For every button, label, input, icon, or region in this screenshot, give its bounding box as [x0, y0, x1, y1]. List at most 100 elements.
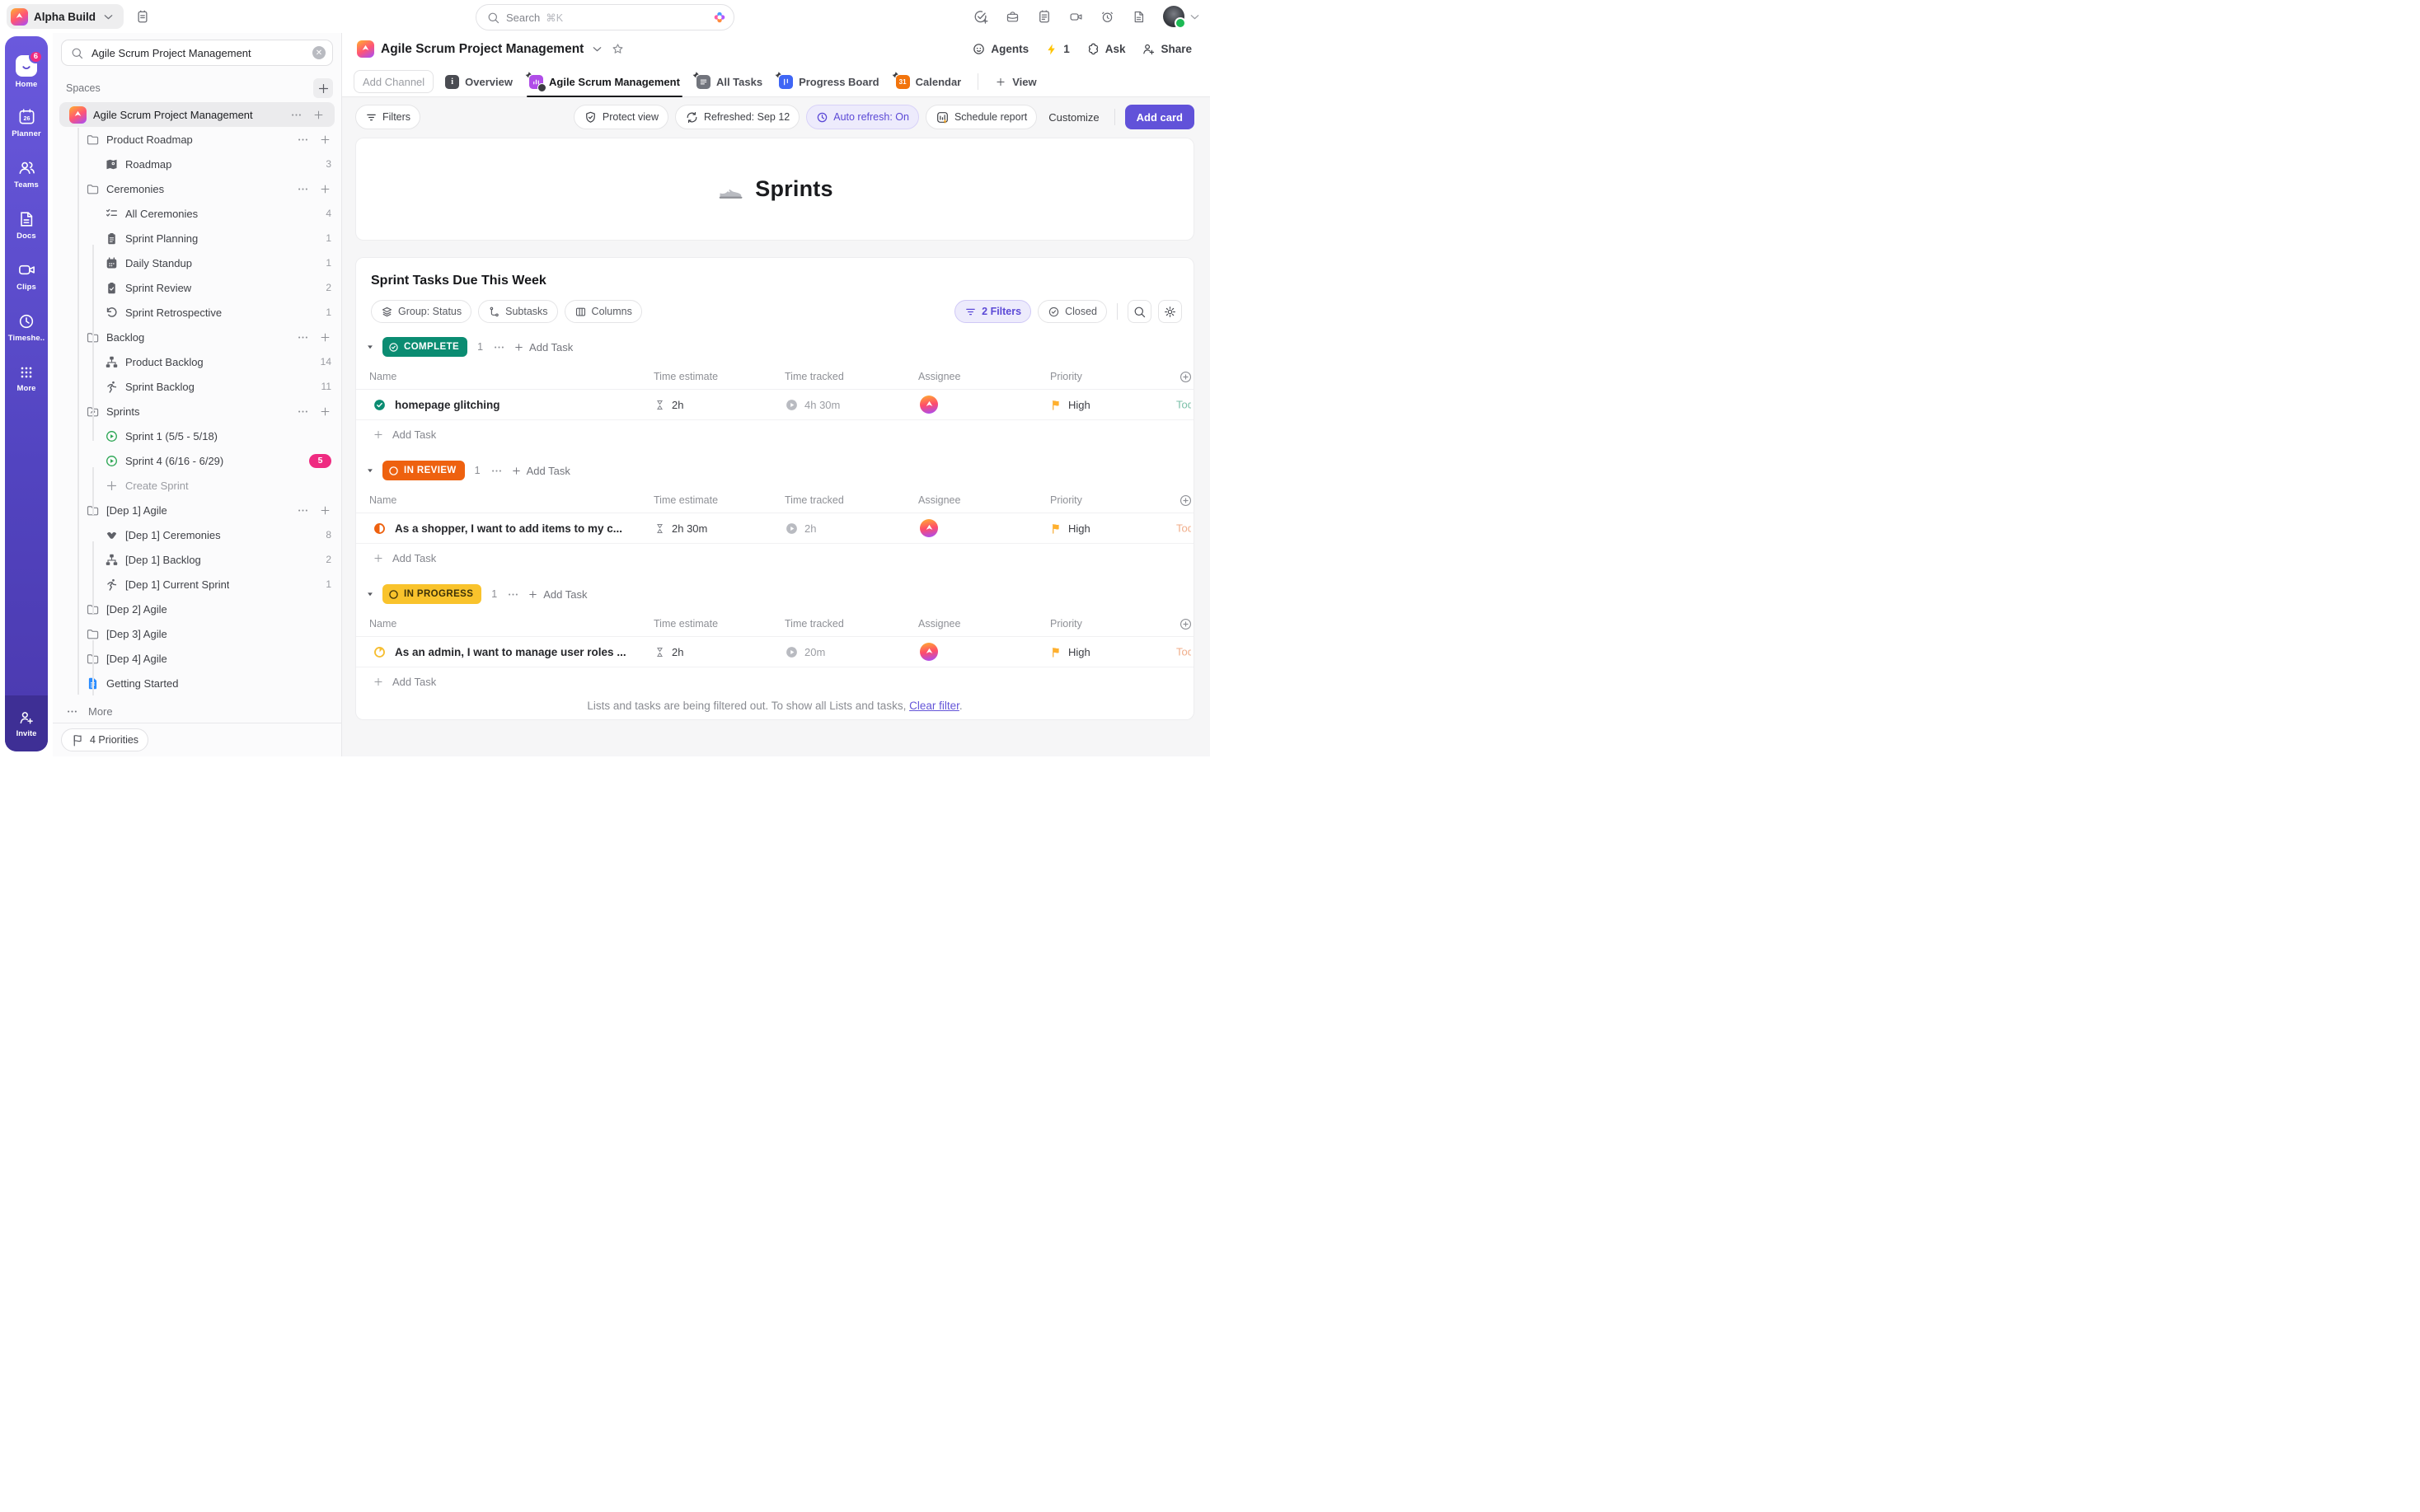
tree-item[interactable]: [Dep 1] Backlog2 — [53, 547, 341, 572]
rail-item-home[interactable]: 6Home — [5, 46, 48, 97]
ai-sparkle-icon[interactable] — [712, 10, 727, 25]
plus-icon[interactable] — [319, 503, 331, 517]
notes-icon[interactable] — [1037, 9, 1052, 24]
assignee-cell[interactable] — [918, 643, 1050, 661]
rail-item-docs[interactable]: Docs — [5, 199, 48, 250]
tab-agile-scrum-management[interactable]: Agile Scrum Management — [524, 67, 685, 96]
tree-item[interactable]: [Dep 4] Agile — [53, 646, 341, 671]
column-header-time-estimate[interactable]: Time estimate — [654, 494, 785, 506]
plus-icon[interactable] — [319, 133, 331, 147]
workspace-switcher[interactable]: Alpha Build — [7, 4, 124, 29]
column-header-priority[interactable]: Priority — [1050, 371, 1178, 382]
task-row[interactable]: homepage glitching2h4h 30mHighToday — [356, 390, 1194, 420]
tree-item[interactable]: [Dep 3] Agile — [53, 621, 341, 646]
column-header-time-tracked[interactable]: Time tracked — [785, 371, 918, 382]
ellipsis-icon[interactable] — [297, 405, 309, 418]
priority-cell[interactable]: High — [1050, 646, 1178, 658]
favorite-star-icon[interactable] — [611, 42, 625, 56]
filters-count-chip[interactable]: 2 Filters — [954, 300, 1031, 323]
priorities-pill[interactable]: 4 Priorities — [61, 728, 148, 751]
priority-cell[interactable]: High — [1050, 399, 1178, 411]
ellipsis-icon[interactable] — [297, 331, 309, 344]
tree-item[interactable]: Sprint 1 (5/5 - 5/18) — [53, 424, 341, 448]
auto-refresh-toggle[interactable]: Auto refresh: On — [806, 105, 919, 129]
column-header-time-estimate[interactable]: Time estimate — [654, 618, 785, 630]
status-badge[interactable]: IN PROGRESS — [382, 584, 481, 604]
column-header-assignee[interactable]: Assignee — [918, 371, 1050, 382]
reminders-icon[interactable] — [1100, 10, 1114, 24]
time-tracked-cell[interactable]: 2h — [785, 522, 918, 536]
tree-item[interactable]: Sprints — [53, 399, 341, 424]
column-header-assignee[interactable]: Assignee — [918, 618, 1050, 630]
tree-item[interactable]: Roadmap3 — [53, 152, 341, 176]
priority-cell[interactable]: High — [1050, 522, 1178, 535]
tree-item[interactable]: Sprint 4 (6/16 - 6/29)5 — [53, 448, 341, 473]
status-badge[interactable]: IN REVIEW — [382, 461, 465, 480]
column-header-name[interactable]: Name — [369, 494, 654, 506]
group-ellipsis-icon[interactable] — [490, 465, 503, 477]
column-header-assignee[interactable]: Assignee — [918, 494, 1050, 506]
column-header-priority[interactable]: Priority — [1050, 494, 1178, 506]
assignee-cell[interactable] — [918, 396, 1050, 414]
ellipsis-icon[interactable] — [297, 183, 309, 195]
create-task-icon[interactable] — [973, 9, 988, 25]
ellipsis-icon[interactable] — [297, 504, 309, 517]
chip-columns[interactable]: Columns — [565, 300, 642, 323]
tree-item[interactable]: [Dep 1] Current Sprint1 — [53, 572, 341, 597]
chevron-down-icon[interactable] — [590, 42, 604, 56]
assignee-cell[interactable] — [918, 519, 1050, 537]
chip-subtasks[interactable]: Subtasks — [478, 300, 557, 323]
column-header-name[interactable]: Name — [369, 618, 654, 630]
status-review-icon[interactable] — [373, 522, 387, 536]
notepad-icon[interactable] — [135, 9, 150, 24]
group-add-task-button[interactable]: Add Task — [514, 340, 573, 354]
add-channel-button[interactable]: Add Channel — [354, 70, 434, 93]
share-button[interactable]: Share — [1142, 42, 1192, 56]
add-task-row[interactable]: Add Task — [356, 667, 1194, 695]
group-ellipsis-icon[interactable] — [507, 588, 519, 601]
tree-item[interactable]: Getting Started — [53, 671, 341, 695]
plus-icon[interactable] — [319, 330, 331, 344]
collapse-triangle-icon[interactable] — [366, 590, 374, 598]
ask-ai-button[interactable]: Ask — [1086, 42, 1126, 56]
rail-item-timeshe[interactable]: Timeshe.. — [5, 302, 48, 353]
user-menu[interactable] — [1163, 6, 1202, 27]
tab-calendar[interactable]: 31Calendar — [891, 67, 967, 96]
status-progress-icon[interactable] — [373, 645, 387, 659]
protect-view-button[interactable]: Protect view — [574, 105, 668, 129]
agents-button[interactable]: Agents — [972, 42, 1029, 56]
column-header-priority[interactable]: Priority — [1050, 618, 1178, 630]
column-header-name[interactable]: Name — [369, 371, 654, 382]
collapse-triangle-icon[interactable] — [366, 466, 374, 475]
add-task-row[interactable]: Add Task — [356, 544, 1194, 572]
task-row[interactable]: As a shopper, I want to add items to my … — [356, 513, 1194, 544]
tab-all-tasks[interactable]: All Tasks — [692, 67, 767, 96]
plus-icon[interactable] — [319, 182, 331, 196]
time-tracked-cell[interactable]: 20m — [785, 645, 918, 659]
sidebar-search[interactable]: ✕ — [61, 40, 333, 66]
bolt-usage[interactable]: 1 — [1045, 43, 1070, 56]
tree-item[interactable]: Backlog — [53, 325, 341, 349]
status-badge[interactable]: COMPLETE — [382, 337, 467, 357]
add-task-row[interactable]: Add Task — [356, 420, 1194, 448]
column-header-time-estimate[interactable]: Time estimate — [654, 371, 785, 382]
rail-item-clips[interactable]: Clips — [5, 250, 48, 302]
time-estimate-cell[interactable]: 2h — [654, 646, 785, 658]
tree-item[interactable]: Create Sprint — [53, 473, 341, 498]
tree-item[interactable]: Product Roadmap — [53, 127, 341, 152]
tree-item[interactable]: Sprint Planning1 — [53, 226, 341, 250]
tab-overview[interactable]: iOverview — [440, 67, 518, 96]
add-column-icon[interactable] — [1178, 370, 1194, 384]
rail-item-more[interactable]: More — [5, 353, 48, 404]
doc-icon[interactable] — [1132, 10, 1146, 24]
ellipsis-icon[interactable] — [297, 133, 309, 146]
add-view-tab[interactable]: View — [990, 67, 1041, 96]
clear-filter-link[interactable]: Clear filter — [909, 700, 959, 712]
refreshed-button[interactable]: Refreshed: Sep 12 — [675, 105, 800, 129]
rail-item-planner[interactable]: 26Planner — [5, 97, 48, 148]
tree-item[interactable]: [Dep 1] Agile — [53, 498, 341, 522]
group-add-task-button[interactable]: Add Task — [528, 587, 587, 602]
tree-item[interactable]: Agile Scrum Project Management — [59, 102, 335, 127]
tree-item[interactable]: [Dep 2] Agile — [53, 597, 341, 621]
plus-icon[interactable] — [312, 108, 325, 122]
